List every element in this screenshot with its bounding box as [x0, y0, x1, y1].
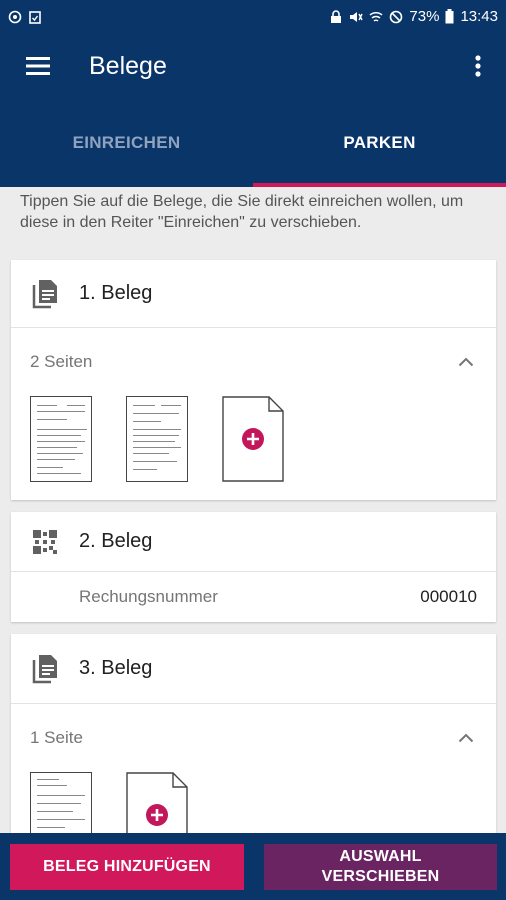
- beleg-header[interactable]: 1. Beleg: [11, 260, 496, 328]
- more-vert-icon[interactable]: [470, 51, 486, 81]
- beleg-card-1[interactable]: 1. Beleg 2 Seiten: [11, 260, 496, 500]
- beleg-title: 2. Beleg: [79, 530, 153, 552]
- pages-count: 1 Seite: [30, 728, 83, 747]
- battery-percent: 73%: [409, 8, 440, 25]
- status-bar: 73% 13:43: [0, 0, 506, 33]
- lock-icon: [331, 9, 342, 23]
- hint-text: Tippen Sie auf die Belege, die Sie direk…: [20, 193, 464, 231]
- tab-bar: EINREICHEN PARKEN: [0, 99, 506, 187]
- beleg-title: 3. Beleg: [79, 657, 153, 679]
- clock: 13:43: [460, 8, 498, 25]
- app-bar: Belege: [0, 33, 506, 99]
- mute-icon: [350, 11, 364, 22]
- pages-count: 2 Seiten: [30, 352, 93, 371]
- pages-row[interactable]: 1 Seite: [11, 704, 496, 772]
- clipboard-icon: [29, 10, 41, 24]
- add-page-button[interactable]: [222, 396, 284, 482]
- page-thumbnail[interactable]: [30, 396, 92, 482]
- beleg-header[interactable]: 2. Beleg: [11, 512, 496, 572]
- vpn-icon: [8, 10, 22, 23]
- field-label: Rechungsnummer: [79, 587, 218, 606]
- document-icon: [32, 654, 57, 683]
- document-icon: [32, 279, 57, 308]
- beleg-title: 1. Beleg: [79, 282, 153, 304]
- field-value: 000010: [420, 587, 477, 606]
- pages-row[interactable]: 2 Seiten: [11, 328, 496, 396]
- chevron-up-icon[interactable]: [458, 357, 474, 367]
- battery-icon: [445, 9, 454, 24]
- bottom-action-bar: BELEG HINZUFÜGEN AUSWAHL VERSCHIEBEN: [0, 833, 506, 900]
- add-beleg-button[interactable]: BELEG HINZUFÜGEN: [10, 844, 244, 890]
- chevron-up-icon[interactable]: [458, 733, 474, 743]
- move-selection-label: AUSWAHL VERSCHIEBEN: [321, 848, 440, 885]
- page-thumbnail[interactable]: [126, 396, 188, 482]
- qr-code-icon: [33, 529, 57, 554]
- page-title: Belege: [89, 51, 167, 80]
- dnd-icon: [390, 10, 403, 23]
- tab-einreichen[interactable]: EINREICHEN: [0, 99, 253, 187]
- beleg-card-2[interactable]: 2. Beleg Rechungsnummer 000010: [11, 512, 496, 622]
- rechnungsnummer-row: Rechungsnummer 000010: [11, 572, 496, 622]
- hamburger-icon[interactable]: [21, 49, 55, 83]
- beleg-header[interactable]: 3. Beleg: [11, 634, 496, 704]
- move-selection-button[interactable]: AUSWAHL VERSCHIEBEN: [264, 844, 497, 890]
- wifi-icon: [369, 11, 383, 22]
- tab-parken[interactable]: PARKEN: [253, 99, 506, 187]
- page-thumbnails: [11, 396, 496, 482]
